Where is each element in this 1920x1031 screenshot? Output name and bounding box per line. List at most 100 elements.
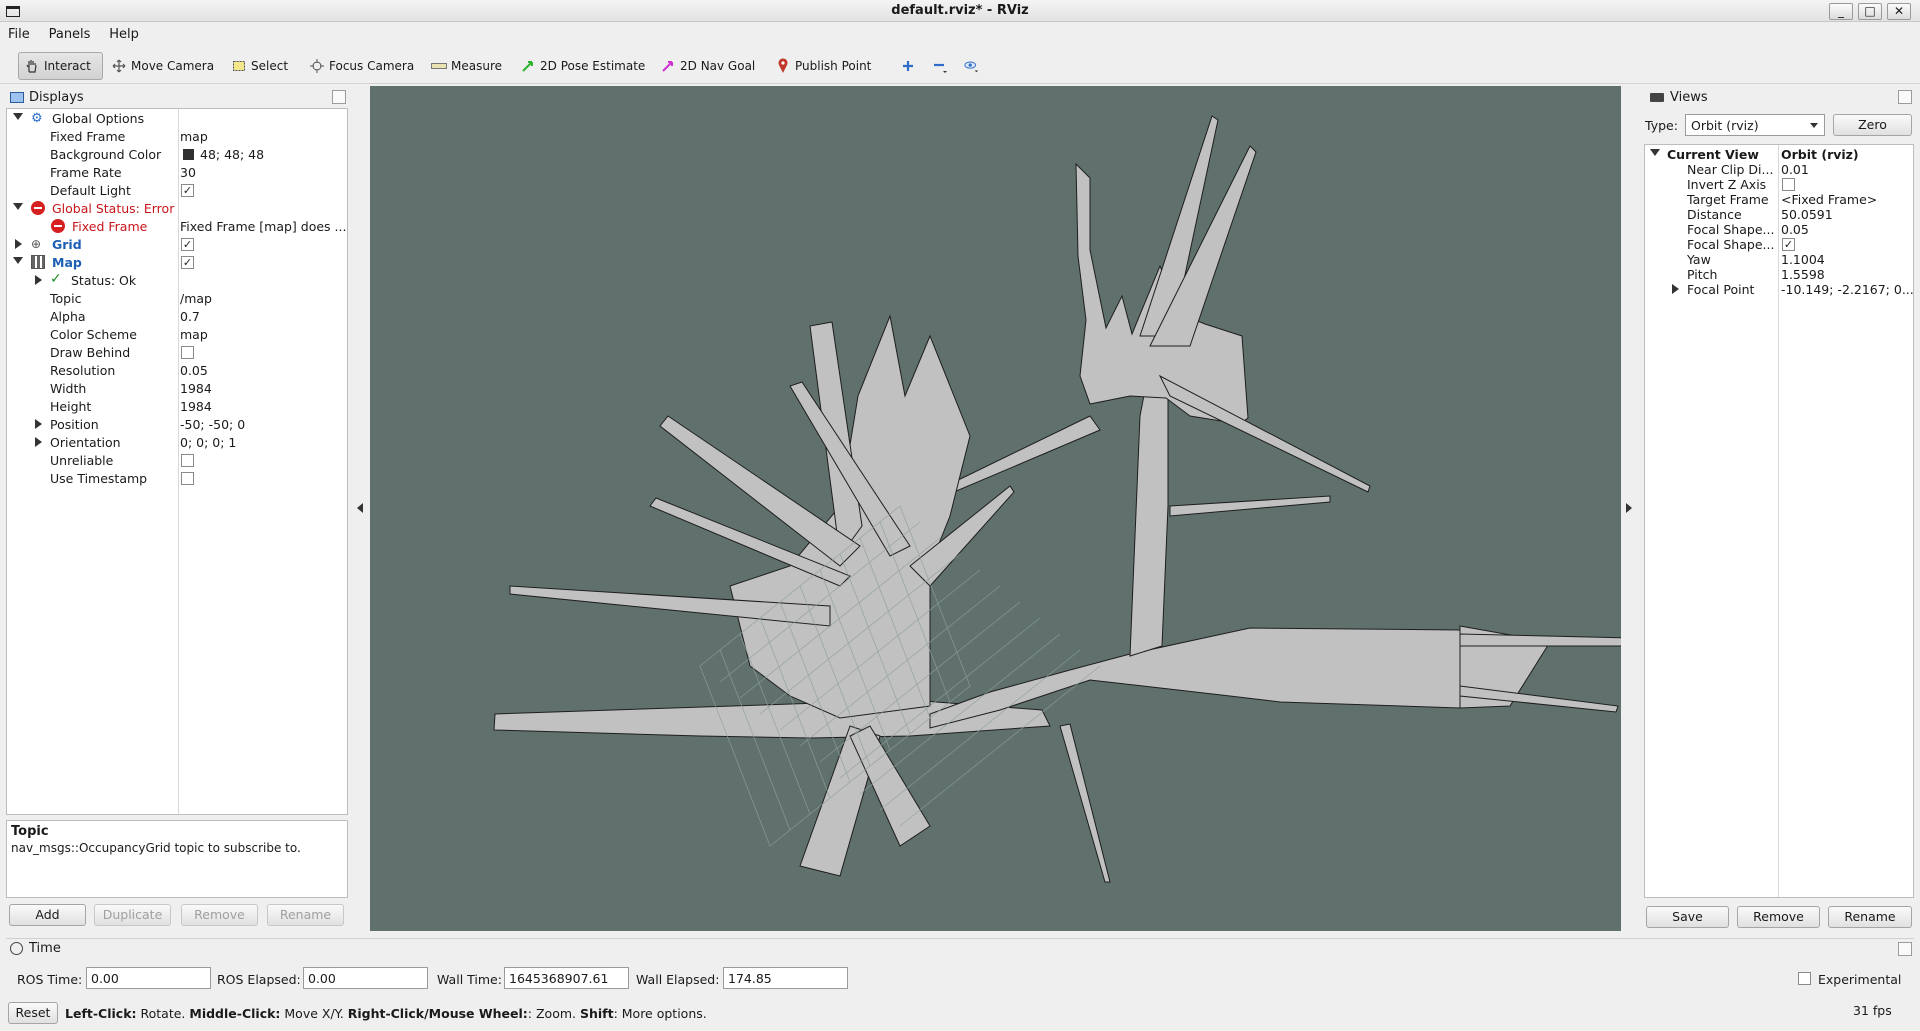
tree-row-width[interactable]: Width 1984	[7, 379, 347, 397]
zero-view-button[interactable]: Zero	[1833, 114, 1912, 136]
close-button[interactable]: ✕	[1887, 3, 1911, 20]
tree-row-orientation[interactable]: Orientation 0; 0; 0; 1	[7, 433, 347, 451]
expand-icon[interactable]	[35, 437, 42, 447]
collapse-left-icon[interactable]	[357, 503, 363, 513]
description-title: Topic	[11, 824, 49, 839]
expand-icon[interactable]	[1672, 284, 1679, 294]
frame-rate-value[interactable]: 30	[180, 165, 196, 180]
tree-row-position[interactable]: Position -50; -50; 0	[7, 415, 347, 433]
reset-button[interactable]: Reset	[8, 1002, 58, 1024]
menu-help[interactable]: Help	[101, 23, 146, 42]
experimental-label: Experimental	[1818, 972, 1902, 987]
draw-behind-checkbox[interactable]	[181, 346, 194, 359]
select-label: Select	[251, 59, 289, 73]
duplicate-display-button[interactable]: Duplicate	[94, 904, 171, 926]
view-type-select[interactable]: Orbit (rviz)	[1685, 114, 1825, 136]
focal-point-value[interactable]: -10.149; -2.2167; 0...	[1781, 282, 1913, 297]
tree-row-focal-point[interactable]: Focal Point -10.149; -2.2167; 0...	[1645, 280, 1913, 298]
collapse-right-icon[interactable]	[1626, 503, 1632, 513]
publish-point-tool[interactable]: Publish Point	[770, 52, 876, 80]
tree-row-topic[interactable]: Topic /map	[7, 289, 347, 307]
rename-view-button[interactable]: Rename	[1828, 906, 1912, 928]
background-color-value[interactable]: 48; 48; 48	[200, 147, 264, 162]
tree-row-unreliable[interactable]: Unreliable	[7, 451, 347, 469]
remove-view-button[interactable]: Remove	[1737, 906, 1820, 928]
tree-row-resolution[interactable]: Resolution 0.05	[7, 361, 347, 379]
map-enabled-checkbox[interactable]: ✓	[181, 256, 194, 269]
minimize-button[interactable]: _	[1829, 3, 1853, 20]
plus-icon	[900, 58, 916, 74]
expand-icon[interactable]	[35, 419, 42, 429]
expand-icon[interactable]	[1650, 149, 1660, 156]
width-label: Width	[50, 381, 87, 396]
ros-time-field[interactable]: 0.00	[86, 967, 211, 989]
expand-icon[interactable]	[35, 275, 42, 285]
default-light-checkbox[interactable]: ✓	[181, 184, 194, 197]
tree-row-frame-rate[interactable]: Frame Rate 30	[7, 163, 347, 181]
view-options-button[interactable]	[959, 52, 989, 80]
use-timestamp-checkbox[interactable]	[181, 472, 194, 485]
color-scheme-value[interactable]: map	[180, 327, 208, 342]
measure-label: Measure	[451, 59, 502, 73]
alpha-value[interactable]: 0.7	[180, 309, 200, 324]
expand-icon[interactable]	[13, 203, 23, 210]
fixed-frame-value[interactable]: map	[180, 129, 208, 144]
render-viewport[interactable]	[370, 86, 1621, 931]
position-value: -50; -50; 0	[180, 417, 246, 432]
interact-tool[interactable]: Interact	[18, 52, 103, 80]
draw-behind-label: Draw Behind	[50, 345, 131, 360]
experimental-checkbox[interactable]	[1798, 972, 1811, 985]
unreliable-checkbox[interactable]	[181, 454, 194, 467]
tree-row-alpha[interactable]: Alpha 0.7	[7, 307, 347, 325]
wall-elapsed-label: Wall Elapsed:	[636, 972, 720, 987]
wall-time-field[interactable]: 1645368907.61	[504, 967, 629, 989]
tree-row-background-color[interactable]: Background Color 48; 48; 48	[7, 145, 347, 163]
add-display-button[interactable]: Add	[9, 904, 86, 926]
tree-row-grid[interactable]: ⊕ Grid ✓	[7, 235, 347, 253]
ros-elapsed-field[interactable]: 0.00	[303, 967, 428, 989]
maximize-button[interactable]: □	[1858, 3, 1882, 20]
menu-file[interactable]: File	[0, 23, 37, 42]
add-tool-button[interactable]	[895, 52, 925, 80]
move-camera-tool[interactable]: Move Camera	[106, 52, 219, 80]
tree-row-global-options[interactable]: ⚙ Global Options	[7, 109, 347, 127]
rename-display-button[interactable]: Rename	[267, 904, 344, 926]
views-undock-button[interactable]	[1898, 90, 1912, 104]
remove-tool-button[interactable]	[927, 52, 957, 80]
grid-enabled-checkbox[interactable]: ✓	[181, 238, 194, 251]
nav-goal-tool[interactable]: 2D Nav Goal	[655, 52, 760, 80]
tree-row-status-ok[interactable]: ✓ Status: Ok	[7, 271, 347, 289]
color-swatch[interactable]	[183, 149, 194, 160]
menu-panels[interactable]: Panels	[41, 23, 98, 42]
tree-row-fixed-frame-error[interactable]: Fixed Frame Fixed Frame [map] does ...	[7, 217, 347, 235]
remove-display-button[interactable]: Remove	[181, 904, 258, 926]
topic-label: Topic	[50, 291, 82, 306]
save-view-button[interactable]: Save	[1646, 906, 1729, 928]
tree-row-default-light[interactable]: Default Light ✓	[7, 181, 347, 199]
tree-row-fixed-frame[interactable]: Fixed Frame map	[7, 127, 347, 145]
hand-icon	[24, 58, 40, 74]
time-undock-button[interactable]	[1898, 942, 1912, 956]
fixed-frame-label: Fixed Frame	[50, 129, 126, 144]
window-title: default.rviz* - RViz	[891, 3, 1029, 18]
tree-row-use-timestamp[interactable]: Use Timestamp	[7, 469, 347, 487]
ruler-icon	[431, 58, 447, 74]
displays-undock-button[interactable]	[332, 90, 346, 104]
views-tree: Current View Orbit (rviz) Near Clip Di..…	[1644, 144, 1914, 898]
select-tool[interactable]: Select	[226, 52, 293, 80]
expand-icon[interactable]	[13, 257, 23, 264]
expand-icon[interactable]	[15, 239, 22, 249]
wall-elapsed-field[interactable]: 174.85	[723, 967, 848, 989]
tree-row-global-status[interactable]: Global Status: Error	[7, 199, 347, 217]
pose-estimate-tool[interactable]: 2D Pose Estimate	[515, 52, 650, 80]
tree-row-height[interactable]: Height 1984	[7, 397, 347, 415]
measure-tool[interactable]: Measure	[426, 52, 507, 80]
expand-icon[interactable]	[13, 113, 23, 120]
minus-icon	[932, 58, 948, 74]
tree-row-color-scheme[interactable]: Color Scheme map	[7, 325, 347, 343]
topic-value[interactable]: /map	[180, 291, 212, 306]
focus-camera-tool[interactable]: Focus Camera	[304, 52, 419, 80]
nav-goal-label: 2D Nav Goal	[680, 59, 756, 73]
tree-row-draw-behind[interactable]: Draw Behind	[7, 343, 347, 361]
tree-row-map[interactable]: Map ✓	[7, 253, 347, 271]
